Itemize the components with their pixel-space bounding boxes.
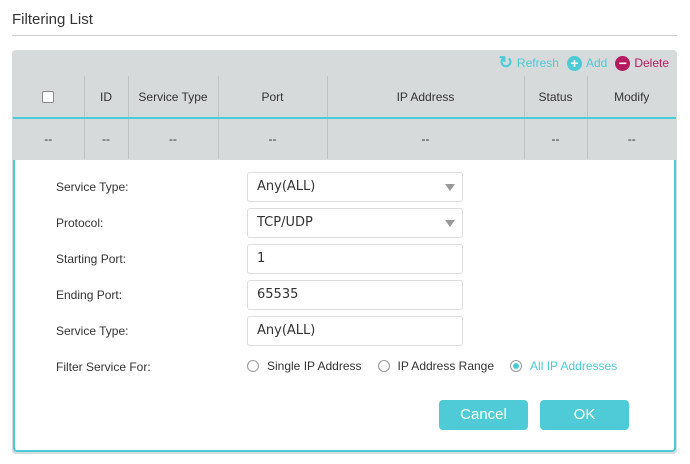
refresh-icon: ↻ [498,53,513,72]
ending-port-label: Ending Port: [56,288,123,302]
header-ip-address: IP Address [326,76,524,118]
radio-label: IP Address Range [397,359,495,373]
filter-service-label: Filter Service For: [56,360,151,374]
header-status: Status [523,76,587,118]
protocol-value: TCP/UDP [257,215,313,230]
radio-circle [377,360,390,372]
toolbar: ↻ Refresh + Add − Delete [499,50,669,76]
filtering-list-panel: ↻ Refresh + Add − Delete ID Service Type Po… [12,50,677,454]
table-cell: -- [127,118,218,159]
select-all-cell [13,76,84,118]
minus-icon: − [615,55,631,71]
service-type-value: Any(ALL) [257,179,316,194]
ok-button[interactable]: OK [540,400,629,430]
add-label: Add [585,56,608,70]
filter-service-radio-group: Single IP Address IP Address Range All I… [247,359,617,373]
table-cell: -- [44,132,53,146]
radio-circle [247,360,259,372]
refresh-label: Refresh [516,56,559,70]
header-port: Port [217,76,327,118]
chevron-down-icon [445,220,455,227]
table-row: -- -- -- -- -- -- -- [13,118,676,159]
edit-form: Service Type: Any(ALL) Protocol: TCP/UDP… [13,160,676,452]
plus-icon: + [566,55,582,71]
radio-single-ip[interactable]: Single IP Address [247,359,362,373]
table-cell: -- [83,118,128,159]
radio-label: Single IP Address [267,359,362,373]
radio-label: All IP Addresses [530,359,618,373]
cancel-button[interactable]: Cancel [439,400,528,430]
radio-circle-selected [510,360,523,372]
ending-port-input[interactable]: 65535 [247,280,463,310]
table-cell: -- [523,118,587,159]
service-type-select[interactable]: Any(ALL) [247,172,463,202]
header-id: ID [83,76,128,118]
radio-all-ip[interactable]: All IP Addresses [510,359,617,373]
delete-label: Delete [634,56,669,70]
table-cell: -- [217,118,327,159]
header-modify: Modify [586,76,676,118]
starting-port-input[interactable]: 1 [247,244,463,274]
delete-button[interactable]: − Delete [615,55,669,71]
chevron-down-icon [445,184,455,191]
filter-table: ID Service Type Port IP Address Status M… [13,76,676,159]
table-cell: -- [586,118,676,159]
protocol-label: Protocol: [56,216,104,230]
service-type-label: Service Type: [56,180,129,194]
add-button[interactable]: + Add [566,55,608,71]
refresh-button[interactable]: ↻ Refresh [499,53,559,73]
table-cell: -- [326,118,524,159]
service-type-field[interactable]: Any(ALL) [247,316,463,346]
service-type-label-2: Service Type: [56,324,129,338]
page-title: Filtering List [12,11,93,28]
protocol-select[interactable]: TCP/UDP [247,208,463,238]
title-divider [12,35,677,36]
select-all-checkbox[interactable] [42,91,55,104]
starting-port-label: Starting Port: [56,252,127,266]
header-service-type: Service Type [127,76,218,118]
radio-ip-range[interactable]: IP Address Range [377,359,495,373]
table-header: ID Service Type Port IP Address Status M… [13,76,676,118]
